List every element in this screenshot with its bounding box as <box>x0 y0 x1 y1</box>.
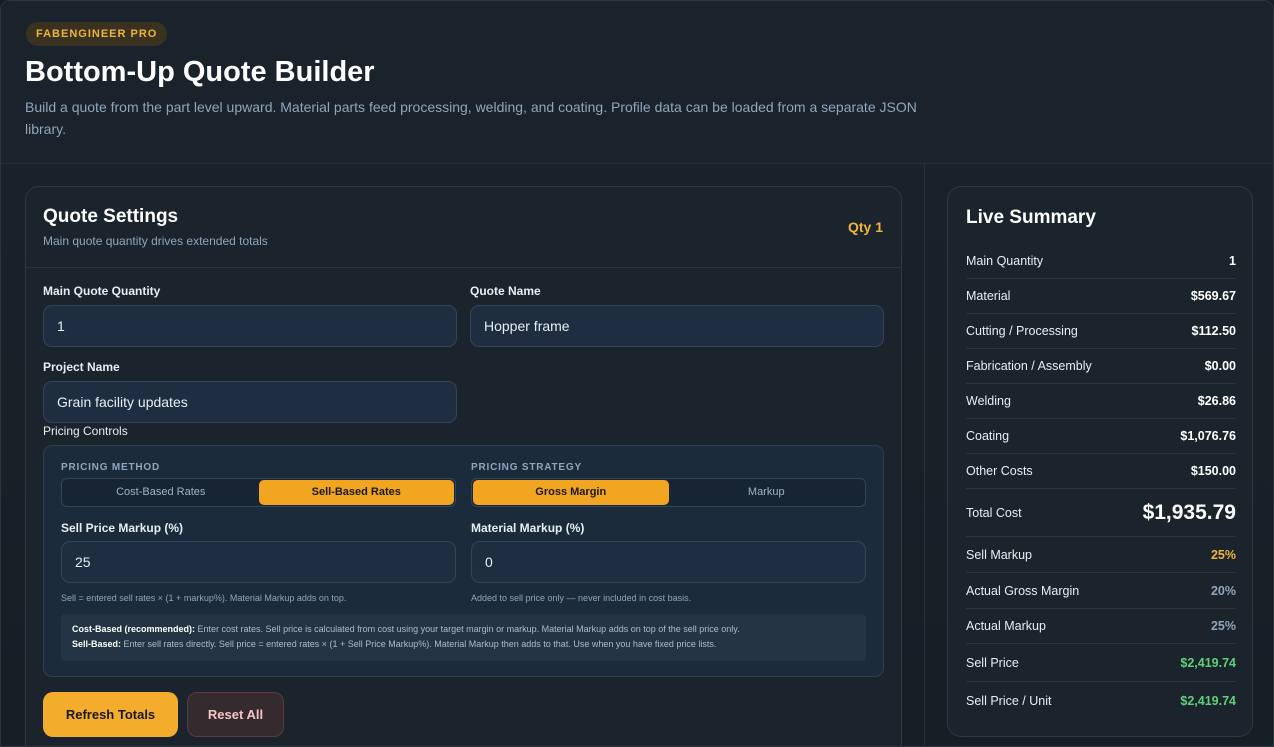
project-name-label: Project Name <box>43 360 120 374</box>
summary-value: $569.67 <box>1190 289 1236 303</box>
summary-value: $150.00 <box>1190 464 1236 478</box>
summary-value: $2,419.74 <box>1180 694 1236 708</box>
summary-label: Welding <box>966 394 1011 408</box>
summary-value: $1,935.79 <box>1142 500 1236 524</box>
summary-row-sell-price: Sell Price $2,419.74 <box>966 644 1236 682</box>
summary-label: Actual Gross Margin <box>966 583 1080 598</box>
column-divider <box>924 164 925 746</box>
summary-label: Sell Price <box>966 655 1019 670</box>
page-header: FABENGINEER PRO Bottom-Up Quote Builder … <box>1 1 1273 164</box>
summary-row-other-costs: Other Costs $150.00 <box>966 454 1236 489</box>
summary-label: Sell Markup <box>966 547 1032 562</box>
summary-row-welding: Welding $26.86 <box>966 384 1236 419</box>
sell-markup-help: Sell = entered sell rates × (1 + markup%… <box>61 593 347 603</box>
note-sell-text: Enter sell rates directly. Sell price = … <box>121 639 717 649</box>
pricing-method-toggle: Cost-Based Rates Sell-Based Rates <box>61 478 456 507</box>
summary-value: $2,419.74 <box>1180 655 1236 670</box>
quote-settings-title: Quote Settings <box>43 206 179 227</box>
material-markup-label: Material Markup (%) <box>471 521 585 535</box>
pricing-strategy-gross-margin[interactable]: Gross Margin <box>473 480 669 505</box>
page-subtitle: Build a quote from the part level upward… <box>25 99 917 137</box>
summary-value: 25% <box>1210 547 1236 562</box>
pricing-method-cost-based[interactable]: Cost-Based Rates <box>63 480 259 505</box>
main-quantity-label: Main Quote Quantity <box>43 284 161 298</box>
note-sell-based: Sell-Based: Enter sell rates directly. S… <box>72 637 855 652</box>
summary-value: 20% <box>1210 583 1236 598</box>
summary-label: Main Quantity <box>966 254 1044 268</box>
note-cost-text: Enter cost rates. Sell price is calculat… <box>195 624 740 634</box>
summary-label: Other Costs <box>966 464 1033 478</box>
summary-row-material: Material $569.67 <box>966 279 1236 314</box>
pricing-controls-panel: PRICING METHOD Cost-Based Rates Sell-Bas… <box>43 445 884 677</box>
pricing-method-note: Cost-Based (recommended): Enter cost rat… <box>61 614 866 661</box>
live-summary-title: Live Summary <box>966 207 1096 228</box>
summary-row-fabrication: Fabrication / Assembly $0.00 <box>966 349 1236 384</box>
summary-value: $26.86 <box>1197 394 1236 408</box>
quote-name-label: Quote Name <box>470 284 541 298</box>
summary-label: Cutting / Processing <box>966 324 1078 338</box>
sell-markup-input[interactable]: 25 <box>61 541 456 583</box>
quote-settings-header: Quote Settings Main quote quantity drive… <box>26 187 901 268</box>
quote-settings-card: Quote Settings Main quote quantity drive… <box>25 186 902 746</box>
summary-value: $0.00 <box>1204 359 1236 373</box>
material-markup-help: Added to sell price only — never include… <box>471 593 692 603</box>
app-window: FABENGINEER PRO Bottom-Up Quote Builder … <box>0 0 1274 747</box>
quantity-pill: Qty 1 <box>847 219 883 235</box>
summary-row-coating: Coating $1,076.76 <box>966 419 1236 454</box>
summary-label: Total Cost <box>966 505 1022 520</box>
main-quantity-input[interactable]: 1 <box>43 305 457 347</box>
live-summary-card: Live Summary Main Quantity 1 Material $5… <box>947 186 1253 737</box>
summary-value: 1 <box>1229 254 1236 268</box>
summary-label: Material <box>966 289 1011 303</box>
summary-value: 25% <box>1210 619 1236 633</box>
brand-badge: FABENGINEER PRO <box>26 22 168 46</box>
pricing-strategy-toggle: Gross Margin Markup <box>471 478 866 507</box>
note-sell-title: Sell-Based: <box>72 639 122 649</box>
summary-row-sell-markup: Sell Markup 25% <box>966 537 1236 573</box>
summary-label: Sell Price / Unit <box>966 694 1052 708</box>
page-title: Bottom-Up Quote Builder <box>25 56 375 88</box>
pricing-strategy-caption: PRICING STRATEGY <box>471 462 582 473</box>
summary-row-main-quantity: Main Quantity 1 <box>966 244 1236 279</box>
pricing-controls-label: Pricing Controls <box>43 424 128 438</box>
note-cost-title: Cost-Based (recommended): <box>72 624 196 634</box>
summary-label: Actual Markup <box>966 619 1046 633</box>
material-markup-input[interactable]: 0 <box>471 541 866 583</box>
summary-row-cutting: Cutting / Processing $112.50 <box>966 314 1236 349</box>
note-cost-based: Cost-Based (recommended): Enter cost rat… <box>72 622 855 637</box>
summary-value: $112.50 <box>1191 324 1237 338</box>
refresh-totals-button[interactable]: Refresh Totals <box>43 692 178 737</box>
summary-row-gross-margin: Actual Gross Margin 20% <box>966 573 1236 609</box>
quote-name-input[interactable]: Hopper frame <box>470 305 884 347</box>
pricing-strategy-markup[interactable]: Markup <box>669 480 865 505</box>
summary-label: Fabrication / Assembly <box>966 359 1092 373</box>
summary-row-actual-markup: Actual Markup 25% <box>966 609 1236 644</box>
sell-markup-label: Sell Price Markup (%) <box>61 521 184 535</box>
summary-row-sell-price-unit: Sell Price / Unit $2,419.74 <box>966 682 1236 720</box>
summary-value: $1,076.76 <box>1180 429 1236 443</box>
pricing-method-sell-based[interactable]: Sell-Based Rates <box>258 480 454 505</box>
pricing-method-caption: PRICING METHOD <box>61 462 160 473</box>
project-name-input[interactable]: Grain facility updates <box>43 381 457 423</box>
reset-all-button[interactable]: Reset All <box>187 692 284 737</box>
summary-label: Coating <box>966 429 1010 443</box>
quote-settings-subtitle: Main quote quantity drives extended tota… <box>43 234 268 248</box>
summary-row-total-cost: Total Cost $1,935.79 <box>966 489 1236 537</box>
